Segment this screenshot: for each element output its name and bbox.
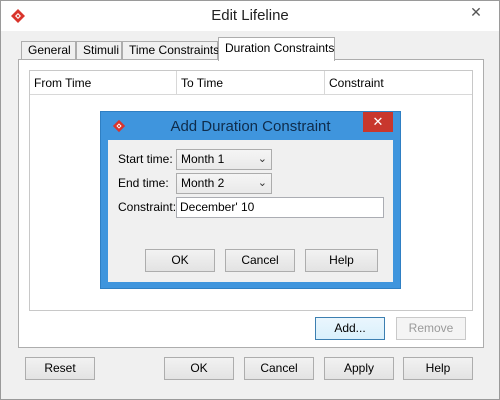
window-close-button[interactable]: ✕ bbox=[463, 3, 489, 21]
reset-button[interactable]: Reset bbox=[25, 357, 95, 380]
constraint-input[interactable]: December' 10 bbox=[176, 197, 384, 218]
end-time-select[interactable]: Month 2 ⌄ bbox=[176, 173, 272, 194]
column-header-to-time[interactable]: To Time bbox=[177, 71, 325, 95]
remove-button[interactable]: Remove bbox=[396, 317, 466, 340]
constraint-label: Constraint: bbox=[118, 200, 177, 214]
tab-stimuli[interactable]: Stimuli bbox=[76, 41, 122, 60]
chevron-down-icon: ⌄ bbox=[257, 153, 267, 165]
end-time-label: End time: bbox=[118, 176, 169, 190]
column-header-from-time[interactable]: From Time bbox=[30, 71, 177, 95]
start-time-label: Start time: bbox=[118, 152, 173, 166]
dialog-close-button[interactable]: ✕ bbox=[363, 112, 393, 132]
dialog-help-button[interactable]: Help bbox=[305, 249, 378, 272]
edit-lifeline-window: Edit Lifeline ✕ General Stimuli Time Con… bbox=[0, 0, 500, 400]
tab-general[interactable]: General bbox=[21, 41, 76, 60]
dialog-title: Add Duration Constraint bbox=[170, 118, 331, 135]
tab-time-constraints[interactable]: Time Constraints bbox=[122, 41, 219, 60]
table-header: From Time To Time Constraint bbox=[30, 71, 472, 95]
add-button[interactable]: Add... bbox=[315, 317, 385, 340]
apply-button[interactable]: Apply bbox=[324, 357, 394, 380]
add-duration-constraint-dialog: Add Duration Constraint ✕ Start time: Mo… bbox=[100, 111, 401, 289]
end-time-value: Month 2 bbox=[181, 176, 225, 190]
dialog-ok-button[interactable]: OK bbox=[145, 249, 215, 272]
window-title: Edit Lifeline bbox=[211, 7, 289, 24]
column-header-constraint[interactable]: Constraint bbox=[325, 71, 472, 95]
cancel-button[interactable]: Cancel bbox=[244, 357, 314, 380]
dialog-titlebar: Add Duration Constraint ✕ bbox=[101, 112, 400, 140]
dialog-cancel-button[interactable]: Cancel bbox=[225, 249, 295, 272]
help-button[interactable]: Help bbox=[403, 357, 473, 380]
window-titlebar: Edit Lifeline ✕ bbox=[1, 1, 499, 31]
dialog-body: Start time: Month 1 ⌄ End time: Month 2 … bbox=[108, 140, 393, 282]
start-time-value: Month 1 bbox=[181, 152, 225, 166]
ok-button[interactable]: OK bbox=[164, 357, 234, 380]
tab-duration-constraints[interactable]: Duration Constraints bbox=[218, 37, 335, 61]
start-time-select[interactable]: Month 1 ⌄ bbox=[176, 149, 272, 170]
chevron-down-icon: ⌄ bbox=[257, 177, 267, 189]
